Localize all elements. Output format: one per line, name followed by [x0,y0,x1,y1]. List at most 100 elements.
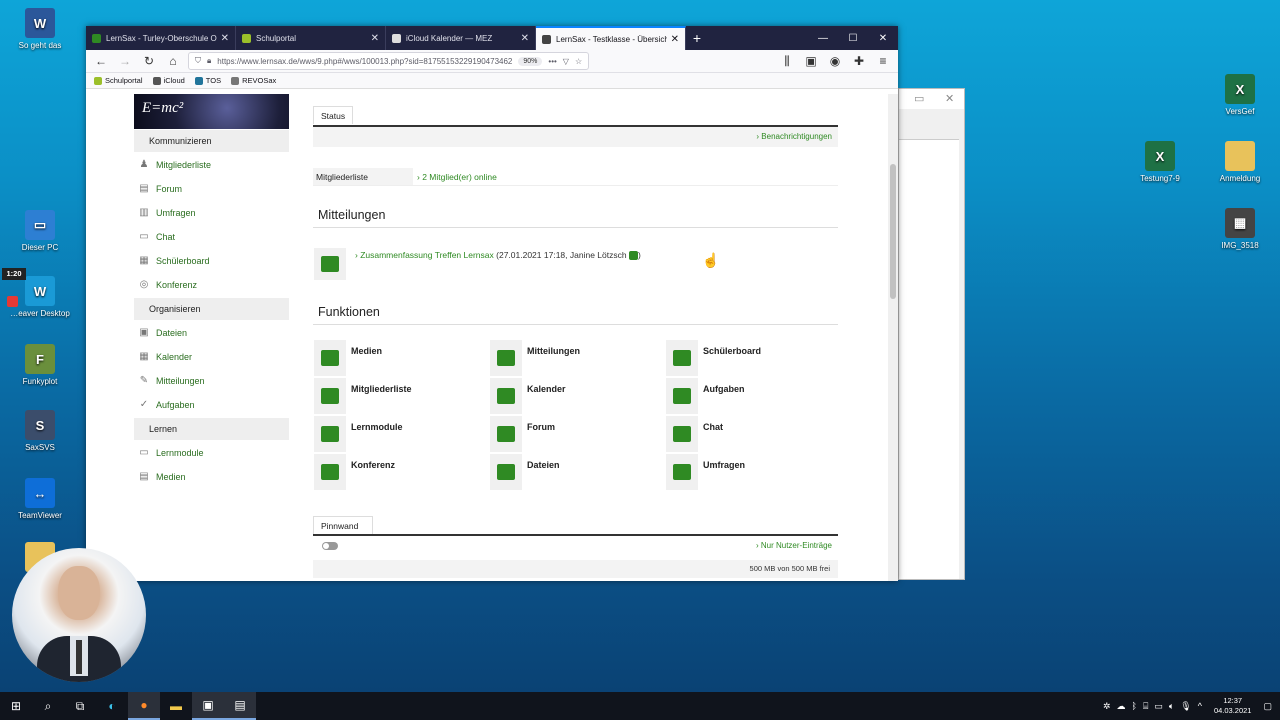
desktop-icon[interactable]: X VersGef [1205,74,1275,116]
vertical-scrollbar[interactable] [888,94,898,581]
library-icon[interactable]: ⫼ [778,54,796,69]
desktop-icon[interactable]: Anmeldung [1205,141,1275,183]
cloud-icon[interactable]: ☁ [1117,701,1126,712]
minimize-icon[interactable]: — [808,26,838,50]
notification-icon[interactable]: ▢ [1263,701,1272,712]
back-arrow-icon[interactable]: ← [92,54,110,68]
settings-gear-icon[interactable]: ✲ [1103,701,1111,712]
account-icon[interactable]: ◉ [826,54,844,68]
lock-icon[interactable]: 🔒︎ [207,56,211,66]
status-tab[interactable]: Status [313,106,353,124]
new-tab-button[interactable]: + [686,26,708,50]
saxsvs-taskbar-icon[interactable]: ▤ [224,692,256,720]
close-icon[interactable]: ✕ [221,33,229,44]
shield-icon[interactable]: ⛉ [195,56,201,66]
desktop-icon[interactable]: ▭ Dieser PC [5,210,75,252]
more-actions-icon[interactable]: ••• [548,57,556,66]
edge-icon[interactable]: ◐ [96,692,128,720]
sidebar-heading-organisieren[interactable]: Organisieren [134,298,289,320]
close-icon[interactable]: ✕ [521,33,529,44]
close-icon[interactable]: ✕ [868,26,898,50]
pinboard-toggle[interactable] [322,542,338,550]
firefox-icon[interactable]: ● [128,692,160,720]
clock[interactable]: 12:37 04.03.2021 [1214,696,1252,716]
bookmark-revosax[interactable]: REVOSax [231,76,276,85]
desktop-icon[interactable]: ▦ IMG_3518 [1205,208,1275,250]
extensions-icon[interactable]: ✚ [850,54,868,68]
function-umfragen[interactable]: Umfragen [666,454,836,490]
medien-icon [314,340,346,376]
network-icon[interactable]: ⌸ [1143,701,1148,712]
function-chat[interactable]: Chat [666,416,836,452]
volume-icon[interactable]: 🔈︎ [1169,701,1174,712]
bookmark-star-icon[interactable]: ☆ [575,57,582,66]
bookmark-tos[interactable]: TOS [194,76,221,85]
microphone-icon[interactable]: 🎙︎ [1180,701,1191,712]
close-icon[interactable]: ✕ [671,34,679,45]
sidebar-item-aufgaben[interactable]: ✓ Aufgaben [134,394,289,416]
pocket-icon[interactable]: ▽ [563,57,569,66]
function-mitteilungen[interactable]: Mitteilungen [490,340,660,376]
sidebar-item-dateien[interactable]: ▣ Dateien [134,322,289,344]
message-entry[interactable]: › Zusammenfassung Treffen Lernsax (27.01… [355,250,641,261]
minimize-icon[interactable]: ▭ [914,92,924,105]
chevron-up-icon[interactable]: ^ [1198,701,1202,711]
menu-icon[interactable]: ≡ [874,54,892,68]
desktop-icon[interactable]: W So geht das [5,8,75,50]
notifications-link[interactable]: › Benachrichtigungen [756,132,832,141]
maximize-icon[interactable]: ☐ [838,26,868,50]
sidebar-item-lernmodule[interactable]: ▭ Lernmodule [134,442,289,464]
desktop-icon[interactable]: F Funkyplot [5,344,75,386]
search-icon[interactable]: ⌕ [32,692,64,720]
task-view-icon[interactable]: ⧉ [64,692,96,720]
function-medien[interactable]: Medien [314,340,484,376]
function-kalender[interactable]: Kalender [490,378,660,414]
tab-schulportal[interactable]: Schulportal ✕ [236,26,386,50]
app-window-icon[interactable]: ▣ [192,692,224,720]
desktop-icon[interactable]: ↔ TeamViewer [5,478,75,520]
tab-icloud-kalender[interactable]: iCloud Kalender — MEZ ✕ [386,26,536,50]
sidebar-item-forum[interactable]: ▤ Forum [134,178,289,200]
desktop-icon[interactable]: X Testung7-9 [1125,141,1195,183]
sidebar-icon[interactable]: ▣ [802,54,820,68]
sidebar-item-kalender[interactable]: ▦ Kalender [134,346,289,368]
desktop-icon[interactable]: S SaxSVS [5,410,75,452]
bookmark-icloud[interactable]: iCloud [152,76,185,85]
function-schülerboard[interactable]: Schülerboard [666,340,836,376]
url-text[interactable]: https://www.lernsax.de/wws/9.php#/wws/10… [217,57,512,66]
forward-arrow-icon[interactable]: → [116,54,134,68]
record-stop-icon[interactable] [7,296,18,307]
sidebar-item-konferenz[interactable]: ◎ Konferenz [134,274,289,296]
function-aufgaben[interactable]: Aufgaben [666,378,836,414]
battery-icon[interactable]: ▭ [1154,701,1163,712]
sidebar-item-schülerboard[interactable]: ▦ Schülerboard [134,250,289,272]
sidebar-item-chat[interactable]: ▭ Chat [134,226,289,248]
sidebar-item-mitteilungen[interactable]: ✎ Mitteilungen [134,370,289,392]
function-forum[interactable]: Forum [490,416,660,452]
close-icon[interactable]: ✕ [371,33,379,44]
address-bar[interactable]: ⛉ 🔒︎ https://www.lernsax.de/wws/9.php#/w… [188,52,590,70]
sidebar-item-mitgliederliste[interactable]: ♟ Mitgliederliste [134,154,289,176]
bookmark-schulportal[interactable]: Schulportal [94,76,143,85]
windows-start-icon[interactable]: ⊞ [0,692,32,720]
tab-lernsax-testklasse[interactable]: LernSax - Testklasse - Übersicht ✕ [536,26,686,50]
function-mitgliederliste[interactable]: Mitgliederliste [314,378,484,414]
close-icon[interactable]: ✕ [945,92,954,105]
tab-lernsax-turley[interactable]: LernSax - Turley-Oberschule O ✕ [86,26,236,50]
members-online-link[interactable]: › 2 Mitglied(er) online [413,168,501,185]
sidebar-item-medien[interactable]: ▤ Medien [134,466,289,488]
file-explorer-icon[interactable]: ▬ [160,692,192,720]
pinboard-tab[interactable]: Pinnwand [313,516,373,534]
home-icon[interactable]: ⌂ [164,54,182,68]
reload-icon[interactable]: ↻ [140,54,158,68]
message-link[interactable]: Zusammenfassung Treffen Lernsax [360,250,494,260]
function-konferenz[interactable]: Konferenz [314,454,484,490]
function-lernmodule[interactable]: Lernmodule [314,416,484,452]
sidebar-heading-kommunizieren[interactable]: Kommunizieren [134,130,289,152]
sidebar-heading-lernen[interactable]: Lernen [134,418,289,440]
function-dateien[interactable]: Dateien [490,454,660,490]
bluetooth-icon[interactable]: ᛒ [1132,701,1137,711]
sidebar-item-umfragen[interactable]: ▥ Umfragen [134,202,289,224]
zoom-level-badge[interactable]: 90% [518,56,543,66]
user-entries-link[interactable]: › Nur Nutzer-Einträge [756,541,832,550]
